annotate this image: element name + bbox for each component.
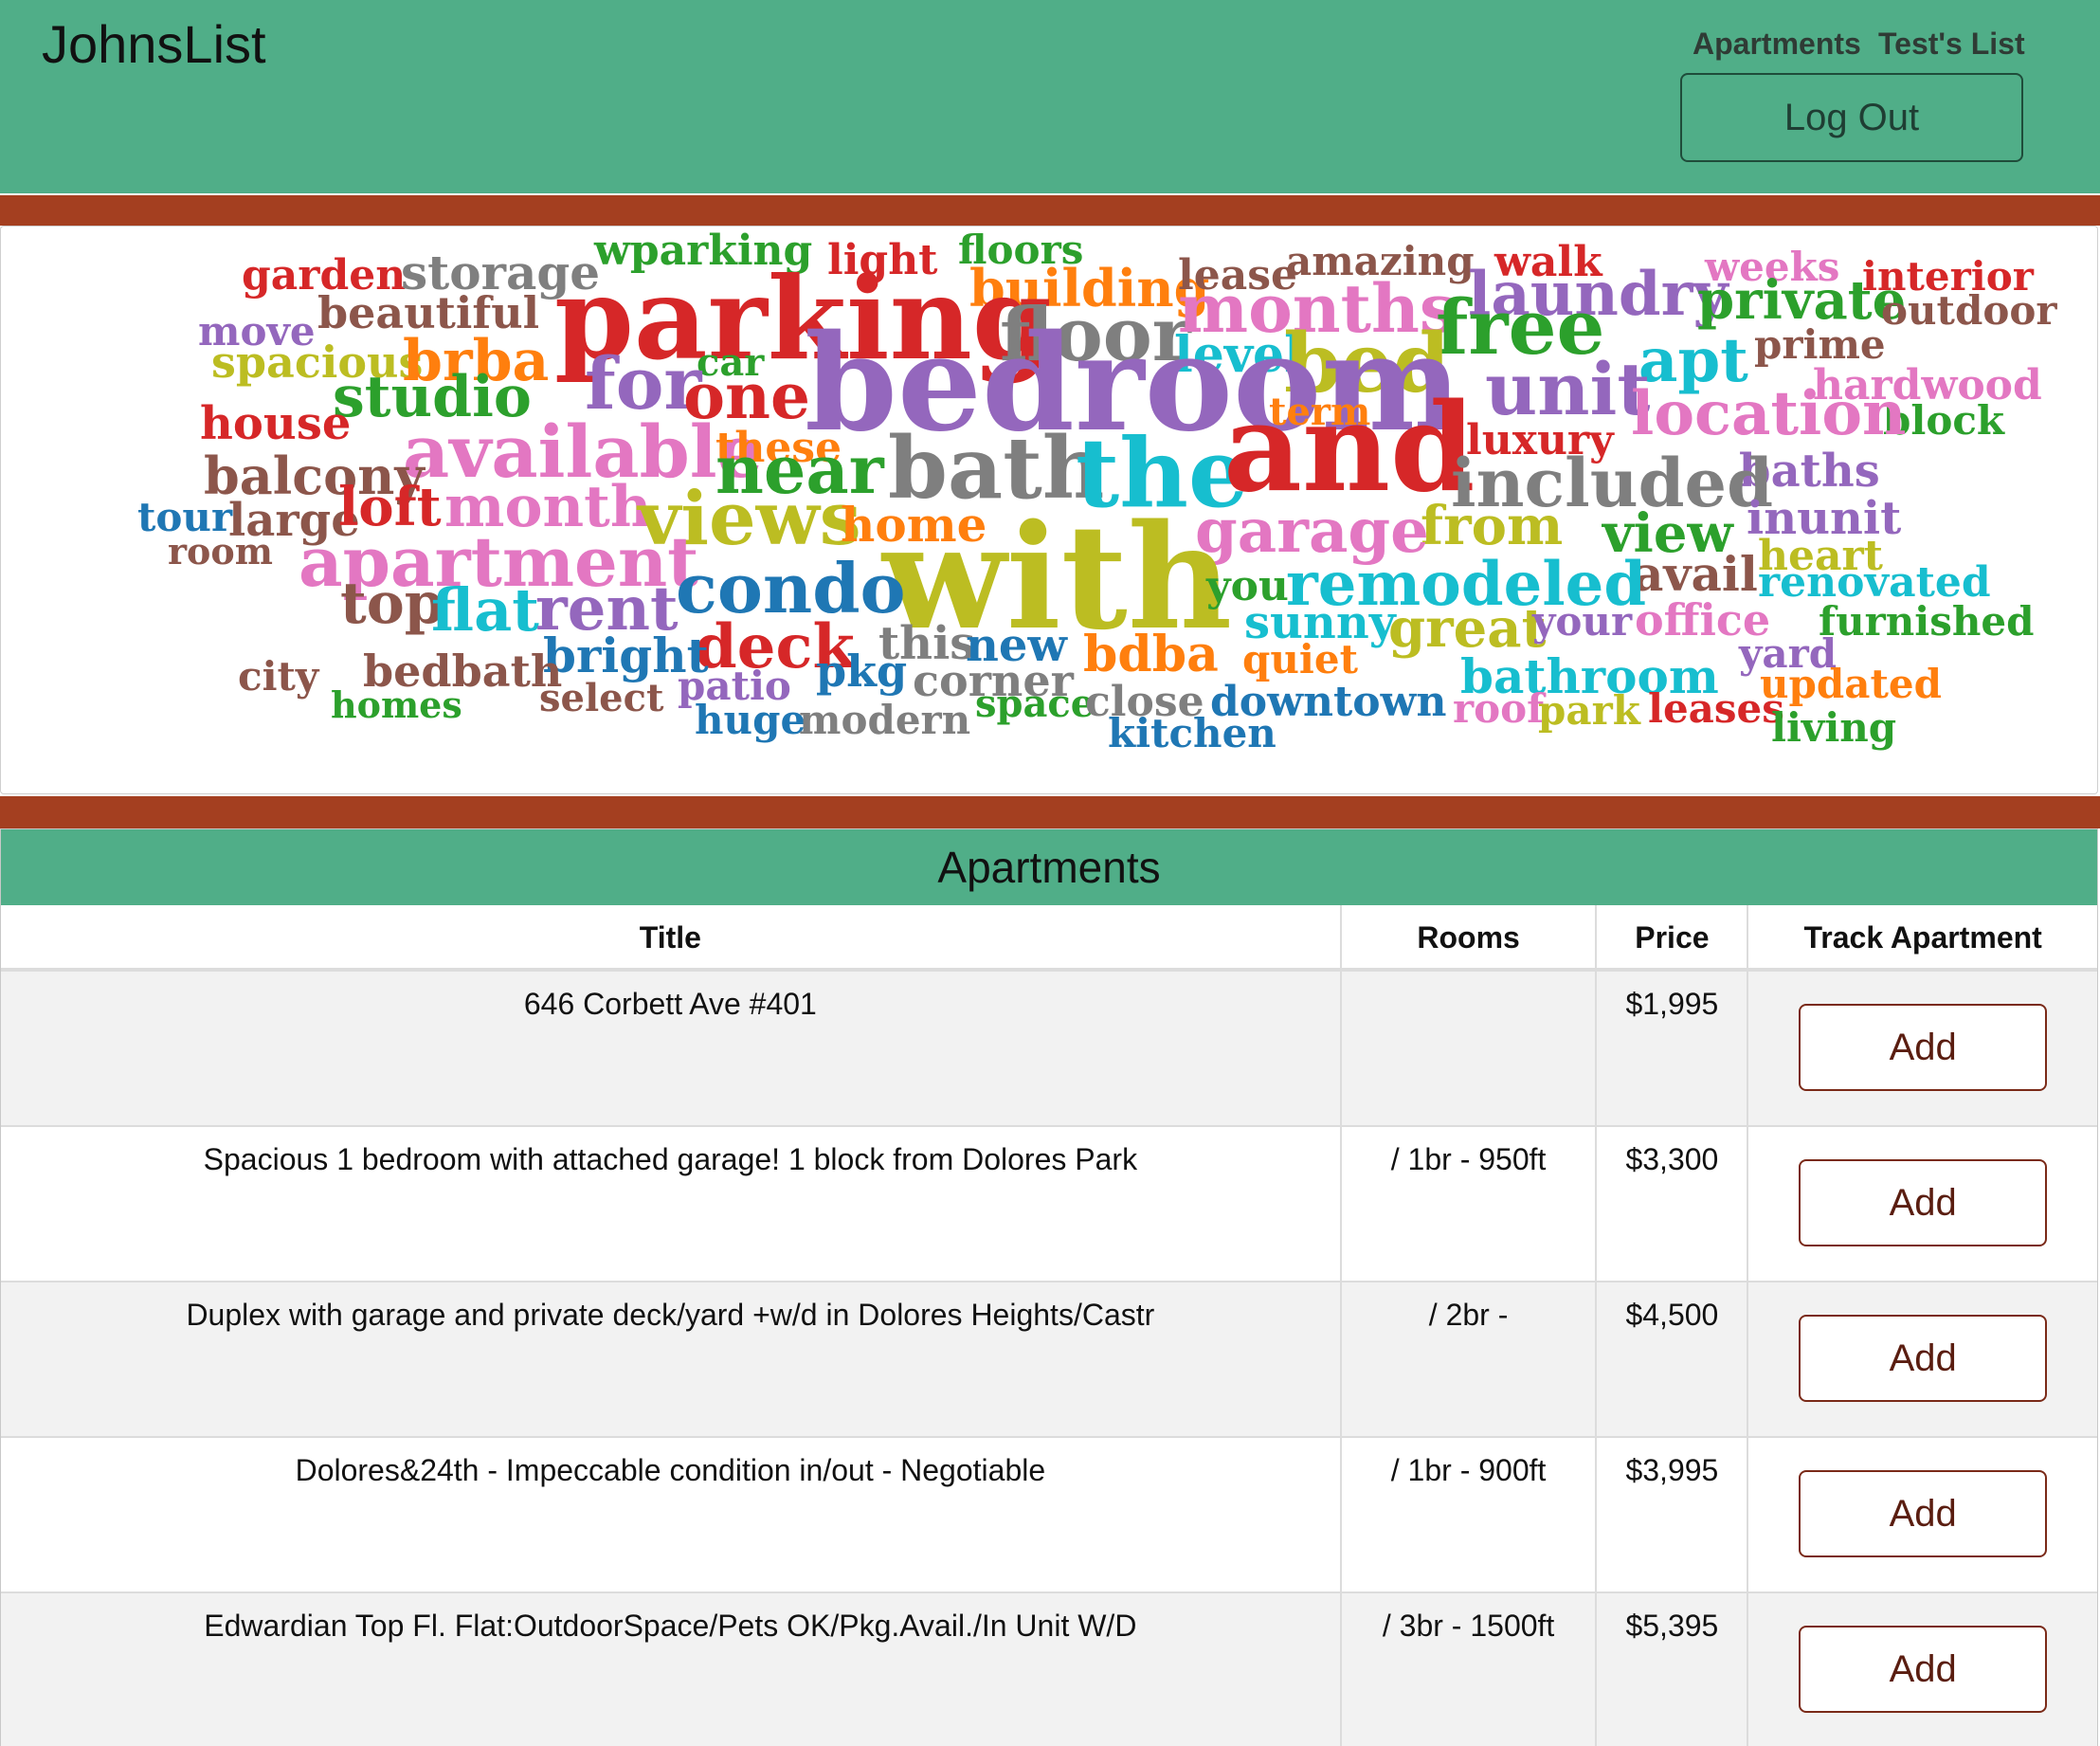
word-cloud-word: park <box>1538 687 1640 734</box>
word-cloud-word: select <box>539 676 664 720</box>
track-cell: Add <box>1748 972 2097 1125</box>
word-cloud-word: outdoor <box>1881 287 2057 334</box>
apartments-panel: Apartments Title Rooms Price Track Apart… <box>0 828 2098 1746</box>
listing-rooms <box>1342 972 1598 1125</box>
word-cloud-word: and <box>1223 377 1475 519</box>
word-cloud-word: prime <box>1754 321 1886 368</box>
brand-title: JohnsList <box>42 14 266 74</box>
word-cloud-word: kitchen <box>1108 710 1276 756</box>
word-cloud-word: bdba <box>1083 626 1219 683</box>
word-cloud-word: updated <box>1760 661 1942 707</box>
top-header: JohnsList Apartments Test's List Log Out <box>0 0 2100 193</box>
word-cloud-word: homes <box>331 683 462 726</box>
word-cloud-word: great <box>1388 597 1547 660</box>
word-cloud-word: leases <box>1648 685 1784 732</box>
table-row: Edwardian Top Fl. Flat:OutdoorSpace/Pets… <box>1 1593 2097 1746</box>
word-cloud-word: top <box>340 571 444 637</box>
listing-rooms: / 2br - <box>1342 1282 1598 1436</box>
accent-band-middle <box>0 796 2100 828</box>
word-cloud-word: quiet <box>1242 636 1358 682</box>
word-cloud-word: private <box>1697 269 1907 332</box>
word-cloud-word: modern <box>799 697 971 743</box>
add-button[interactable]: Add <box>1799 1626 2048 1713</box>
word-cloud-word: space <box>975 682 1095 726</box>
nav-link-my-list[interactable]: Test's List <box>1878 27 2025 62</box>
panel-heading: Apartments <box>1 829 2097 905</box>
listing-rooms: / 3br - 1500ft <box>1342 1593 1598 1746</box>
track-cell: Add <box>1748 1282 2097 1436</box>
column-header-track: Track Apartment <box>1803 920 2042 955</box>
listing-price: $4,500 <box>1597 1282 1749 1436</box>
table-row: 646 Corbett Ave #401 $1,995 Add <box>1 972 2097 1127</box>
logout-button[interactable]: Log Out <box>1680 73 2023 162</box>
word-cloud-word: your <box>1532 598 1633 645</box>
track-cell: Add <box>1748 1593 2097 1746</box>
word-cloud-word: location <box>1631 378 1907 449</box>
word-cloud-word: pkg <box>816 646 908 697</box>
word-cloud-word: unit <box>1485 347 1651 431</box>
word-cloud: garden storage wparking light floors building… <box>0 226 2098 794</box>
word-cloud-word: roof <box>1453 685 1545 732</box>
word-cloud-word: room <box>168 530 273 573</box>
word-cloud-word: city <box>238 653 319 700</box>
listing-price: $5,395 <box>1597 1593 1749 1746</box>
word-cloud-word: furnished <box>1819 598 2035 645</box>
accent-band-top <box>0 195 2100 226</box>
nav-link-apartments[interactable]: Apartments <box>1693 27 1861 62</box>
listing-title: Edwardian Top Fl. Flat:OutdoorSpace/Pets… <box>1 1593 1342 1746</box>
word-cloud-word: from <box>1421 495 1564 557</box>
add-button[interactable]: Add <box>1799 1315 2048 1402</box>
column-header-price: Price <box>1597 905 1749 968</box>
listing-price: $1,995 <box>1597 972 1749 1125</box>
table-row: Spacious 1 bedroom with attached garage!… <box>1 1127 2097 1282</box>
listing-title: Spacious 1 bedroom with attached garage!… <box>1 1127 1342 1281</box>
word-cloud-word: avail <box>1633 546 1758 602</box>
listing-title: Duplex with garage and private deck/yard… <box>1 1282 1342 1436</box>
table-row: Dolores&24th - Impeccable condition in/o… <box>1 1438 2097 1593</box>
table-header-row: Title Rooms Price Track Apartment <box>1 905 2097 972</box>
add-button[interactable]: Add <box>1799 1159 2048 1246</box>
track-cell: Add <box>1748 1127 2097 1281</box>
listing-title: Dolores&24th - Impeccable condition in/o… <box>1 1438 1342 1591</box>
listing-rooms: / 1br - 900ft <box>1342 1438 1598 1591</box>
word-cloud-word: huge <box>695 697 806 743</box>
column-header-rooms: Rooms <box>1342 905 1598 968</box>
listing-title: 646 Corbett Ave #401 <box>1 972 1342 1125</box>
word-cloud-word: flat <box>431 575 539 645</box>
table-row: Duplex with garage and private deck/yard… <box>1 1282 2097 1438</box>
listing-price: $3,995 <box>1597 1438 1749 1591</box>
track-cell: Add <box>1748 1438 2097 1591</box>
listing-rooms: / 1br - 950ft <box>1342 1127 1598 1281</box>
listing-price: $3,300 <box>1597 1127 1749 1281</box>
word-cloud-word: living <box>1771 704 1897 751</box>
column-header-title: Title <box>1 905 1342 968</box>
word-cloud-word: house <box>200 397 352 450</box>
add-button[interactable]: Add <box>1799 1470 2048 1557</box>
add-button[interactable]: Add <box>1799 1004 2048 1091</box>
